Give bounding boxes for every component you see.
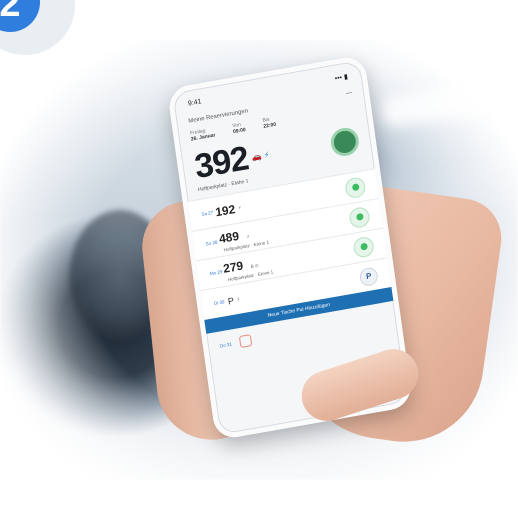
edit-icon[interactable] <box>238 334 253 349</box>
status-available-icon[interactable] <box>348 205 371 229</box>
list-item-number: 192 <box>214 201 237 219</box>
list-item-day: Mo 29 <box>209 269 223 277</box>
list-item-day: Di 30 <box>213 299 225 306</box>
list-item-day: Sa 27 <box>201 209 214 217</box>
marketing-scene: 2 9:41 ••• ▮ Meine Reservierungen — Frei… <box>0 0 518 509</box>
meta-from: Von 09:00 <box>231 121 247 136</box>
spot-type-icon: B ⊙ <box>250 262 260 270</box>
list-item-number: 279 <box>222 258 245 276</box>
meta-to: Bis 22:00 <box>262 116 277 130</box>
status-available-icon[interactable] <box>344 175 367 199</box>
list-item-day: So 28 <box>205 239 218 247</box>
car-charge-icon: 🚗 ⚡ <box>251 150 271 163</box>
parking-icon[interactable]: P <box>358 265 379 287</box>
list-item-number: P <box>227 295 235 307</box>
menu-icon[interactable]: — <box>346 90 353 97</box>
status-available-icon[interactable] <box>352 235 375 259</box>
qr-code-icon[interactable] <box>329 125 361 158</box>
meta-date: Freitag 26. Januar <box>189 128 216 143</box>
bolt-icon: ⚡ <box>237 204 242 210</box>
list-item-day: Do 31 <box>219 341 233 349</box>
list-item-number: 489 <box>218 228 240 247</box>
bolt-icon: ⚡ <box>236 295 241 302</box>
bolt-icon: ⚡ <box>246 233 251 240</box>
